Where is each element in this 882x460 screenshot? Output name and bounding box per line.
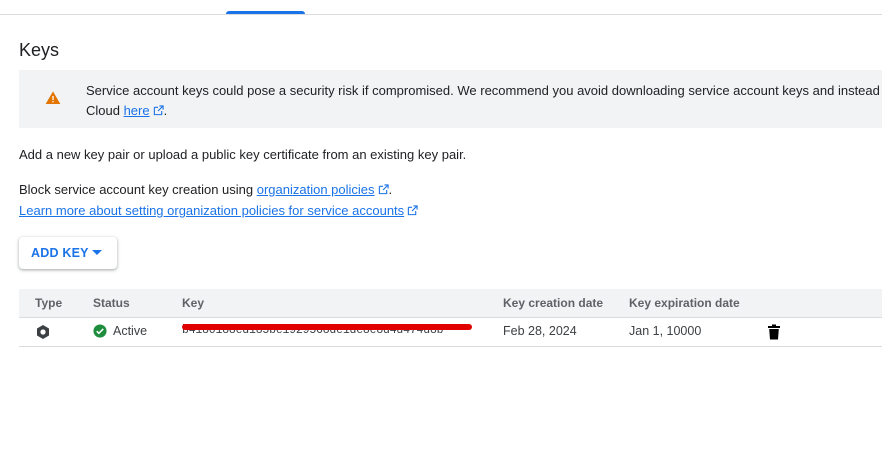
status-text: Active <box>113 324 148 338</box>
column-header-status: Status <box>93 296 130 310</box>
column-header-creation-date: Key creation date <box>503 296 604 310</box>
intro-text: Add a new key pair or upload a public ke… <box>19 147 467 162</box>
warning-icon <box>45 91 61 104</box>
external-link-icon <box>153 105 164 116</box>
redaction-mark <box>182 324 472 330</box>
tab-strip <box>0 0 882 15</box>
table-header: Type Status Key Key creation date Key ex… <box>19 289 882 318</box>
table-row: Active b4180188ed185be1929568de1de8e8d4d… <box>19 318 882 347</box>
here-link[interactable]: here <box>124 103 150 118</box>
org-policy-prefix: Block service account key creation using <box>19 182 257 197</box>
add-key-label: ADD KEY <box>31 246 89 260</box>
column-header-type: Type <box>35 296 63 310</box>
keys-table: Type Status Key Key creation date Key ex… <box>19 289 882 347</box>
warning-message: Service account keys could pose a securi… <box>86 81 882 121</box>
warning-line-1: Service account keys could pose a securi… <box>86 83 880 98</box>
active-tab-indicator <box>226 11 305 14</box>
add-key-button[interactable]: ADD KEY <box>19 237 117 269</box>
warning-suffix: . <box>163 103 168 118</box>
key-creation-date: Feb 28, 2024 <box>503 324 577 338</box>
delete-icon[interactable] <box>767 324 781 340</box>
org-policy-text: Block service account key creation using… <box>19 180 392 200</box>
key-expiration-date: Jan 1, 10000 <box>629 324 702 338</box>
warning-line-2-text: Cloud <box>86 103 124 118</box>
organization-policies-link[interactable]: organization policies <box>257 182 375 197</box>
org-policy-suffix: . <box>388 182 393 197</box>
check-circle-icon <box>93 324 107 338</box>
warning-banner: Service account keys could pose a securi… <box>19 70 882 128</box>
key-type-icon <box>37 325 49 339</box>
warning-line-2: Cloud here. <box>86 101 882 121</box>
status-cell: Active <box>93 324 147 338</box>
external-link-icon <box>378 184 389 195</box>
external-link-icon <box>407 205 418 216</box>
chevron-down-icon <box>92 250 102 255</box>
column-header-expiration-date: Key expiration date <box>629 296 740 310</box>
page-title: Keys <box>19 40 60 60</box>
learn-more-line: Learn more about setting organization po… <box>19 201 418 221</box>
column-header-key: Key <box>182 296 205 310</box>
learn-more-link[interactable]: Learn more about setting organization po… <box>19 203 404 218</box>
